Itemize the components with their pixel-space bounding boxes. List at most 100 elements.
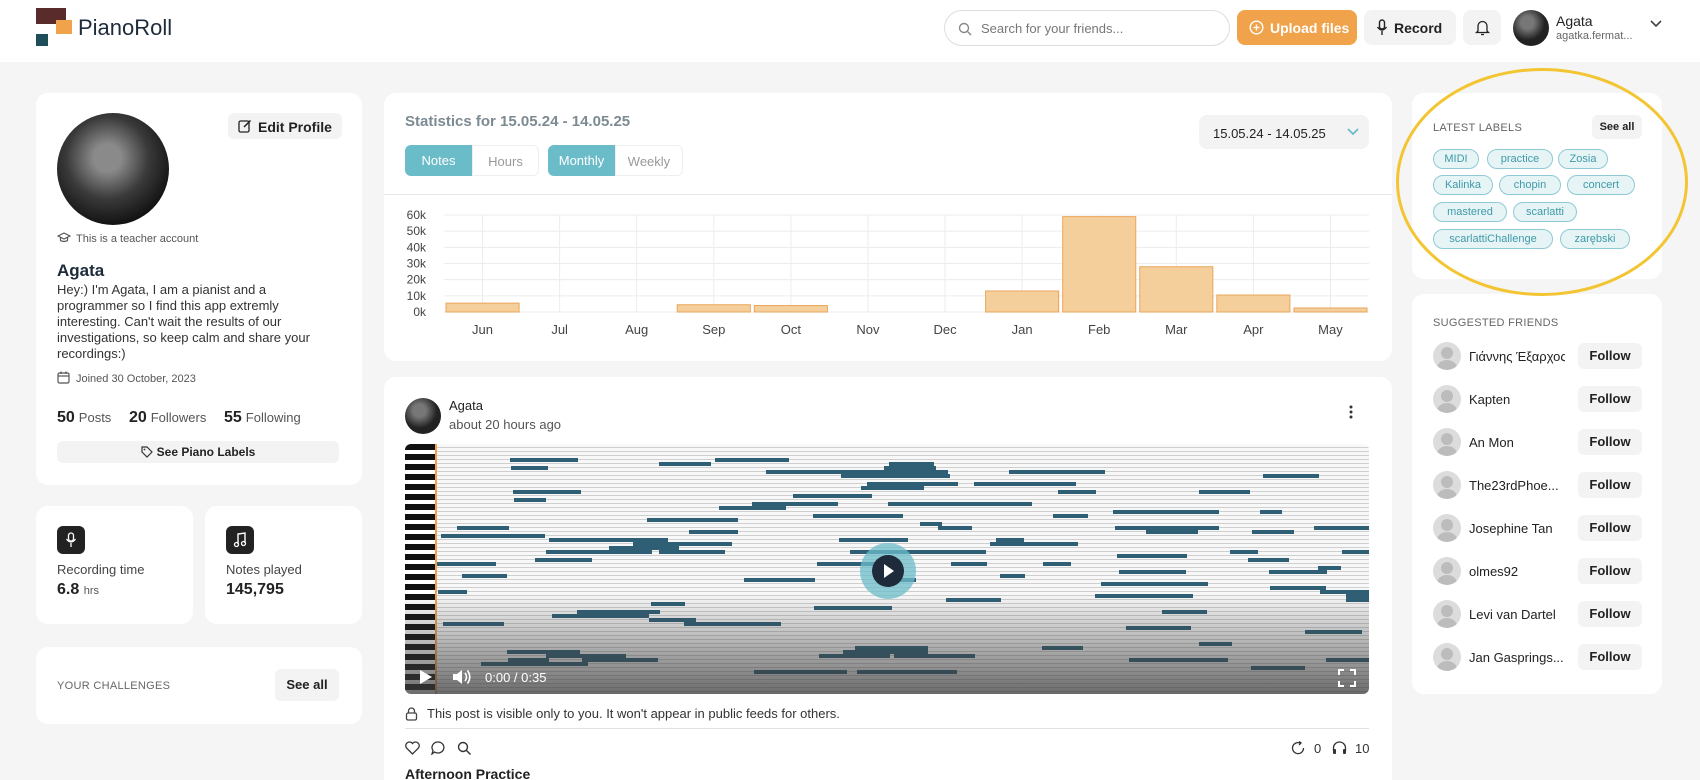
follow-button[interactable]: Follow	[1578, 429, 1642, 455]
bar-may	[1293, 307, 1368, 313]
follow-button[interactable]: Follow	[1578, 386, 1642, 412]
search-input[interactable]: Search for your friends...	[944, 10, 1230, 46]
bar-apr	[1216, 294, 1291, 313]
labels-see-all-button[interactable]: See all	[1592, 115, 1642, 139]
label-chip[interactable]: scarlattiChallenge	[1433, 229, 1553, 249]
friend-avatar[interactable]	[1433, 600, 1461, 628]
y-tick-label: 20k	[407, 273, 427, 287]
date-range-select[interactable]: 15.05.24 - 14.05.25	[1199, 115, 1369, 149]
note-block	[1053, 514, 1088, 518]
label-chip[interactable]: Zosia	[1558, 149, 1608, 169]
label-chip[interactable]: zarębski	[1560, 229, 1630, 249]
more-options-icon[interactable]	[1349, 405, 1353, 419]
note-block	[840, 470, 948, 474]
friend-name[interactable]: The23rdPhoe...	[1469, 478, 1565, 493]
friend-name[interactable]: olmes92	[1469, 564, 1565, 579]
label-chip[interactable]: MIDI	[1433, 149, 1479, 169]
note-block	[1260, 510, 1282, 514]
toggle-hours[interactable]: Hours	[472, 145, 539, 176]
comment-icon[interactable]	[431, 741, 446, 755]
follow-button[interactable]: Follow	[1578, 515, 1642, 541]
piano-roll-video-player[interactable]: 0:00 / 0:35	[405, 444, 1369, 694]
note-block	[457, 526, 509, 530]
y-tick-label: 60k	[407, 208, 427, 222]
y-tick-label: 30k	[407, 257, 427, 271]
x-tick-label: Dec	[933, 322, 957, 337]
toggle-monthly[interactable]: Monthly	[548, 145, 615, 176]
note-block	[974, 482, 1058, 486]
note-block	[719, 506, 786, 510]
friend-avatar[interactable]	[1433, 471, 1461, 499]
fullscreen-icon[interactable]	[1338, 669, 1356, 687]
x-tick-label: Mar	[1165, 322, 1188, 337]
notifications-button[interactable]	[1463, 10, 1501, 45]
friend-name[interactable]: An Mon	[1469, 435, 1565, 450]
note-block	[1342, 550, 1369, 554]
label-chip[interactable]: Kalinka	[1433, 175, 1493, 195]
friend-name[interactable]: Josephine Tan	[1469, 521, 1565, 536]
recording-time-value: 6.8 hrs	[57, 581, 99, 599]
note-block	[1117, 554, 1187, 558]
label-chip[interactable]: chopin	[1499, 175, 1561, 195]
toggle-notes[interactable]: Notes	[405, 145, 472, 176]
friend-avatar[interactable]	[1433, 428, 1461, 456]
search-placeholder: Search for your friends...	[981, 21, 1124, 36]
friend-avatar[interactable]	[1433, 514, 1461, 542]
post-author-name[interactable]: Agata	[449, 398, 483, 413]
chevron-down-icon[interactable]	[1650, 20, 1662, 28]
x-tick-label: Jul	[551, 322, 568, 337]
friend-name[interactable]: Γιάννης Έξαρχος	[1469, 349, 1565, 364]
friend-name[interactable]: Jan Gasprings...	[1469, 650, 1565, 665]
logo-mark-orange	[56, 20, 72, 34]
post-timestamp: about 20 hours ago	[449, 417, 562, 432]
play-icon[interactable]	[419, 669, 433, 685]
search-icon[interactable]	[457, 741, 472, 755]
upload-files-button[interactable]: Upload files	[1237, 10, 1357, 45]
follow-button[interactable]: Follow	[1578, 558, 1642, 584]
challenges-see-all-button[interactable]: See all	[275, 669, 339, 701]
note-block	[861, 486, 924, 490]
label-chip[interactable]: concert	[1567, 175, 1635, 195]
edit-profile-button[interactable]: Edit Profile	[228, 113, 342, 139]
label-chip[interactable]: mastered	[1433, 202, 1507, 222]
y-tick-label: 0k	[413, 305, 427, 319]
following-stat[interactable]: 55 Following	[224, 409, 301, 426]
post-author-avatar[interactable]	[405, 398, 441, 434]
follow-button[interactable]: Follow	[1578, 472, 1642, 498]
followers-stat[interactable]: 20 Followers	[129, 409, 206, 426]
friend-name[interactable]: Levi van Dartel	[1469, 607, 1565, 622]
headphones-icon	[1332, 741, 1347, 754]
label-chip[interactable]: scarlatti	[1513, 202, 1577, 222]
note-block	[609, 546, 679, 550]
record-button[interactable]: Record	[1364, 10, 1456, 45]
volume-icon[interactable]	[452, 668, 472, 686]
friend-name[interactable]: Kapten	[1469, 392, 1565, 407]
x-tick-label: Oct	[781, 322, 802, 337]
play-overlay-button[interactable]	[860, 543, 916, 599]
friend-avatar[interactable]	[1433, 557, 1461, 585]
posts-stat[interactable]: 50 Posts	[57, 409, 111, 426]
note-block	[511, 466, 548, 470]
friend-avatar[interactable]	[1433, 385, 1461, 413]
see-piano-labels-button[interactable]: See Piano Labels	[57, 441, 339, 463]
friend-avatar[interactable]	[1433, 643, 1461, 671]
user-avatar[interactable]	[1513, 10, 1549, 46]
notes-played-card: Notes played 145,795	[205, 506, 362, 624]
friend-avatar[interactable]	[1433, 342, 1461, 370]
logo-text: PianoRoll	[78, 15, 173, 40]
note-block	[1230, 550, 1258, 554]
follow-button[interactable]: Follow	[1578, 343, 1642, 369]
posts-count: 50	[57, 409, 75, 426]
follow-button[interactable]: Follow	[1578, 644, 1642, 670]
note-block	[514, 498, 546, 502]
edit-profile-label: Edit Profile	[258, 119, 332, 135]
play-icon	[884, 564, 894, 578]
toggle-weekly[interactable]: Weekly	[615, 145, 683, 176]
bar-oct	[753, 305, 828, 313]
label-chip[interactable]: practice	[1487, 149, 1553, 169]
latest-labels-title: LATEST LABELS	[1433, 122, 1523, 134]
note-block	[1119, 570, 1186, 574]
play-overlay-inner	[872, 555, 904, 587]
heart-icon[interactable]	[405, 741, 420, 755]
follow-button[interactable]: Follow	[1578, 601, 1642, 627]
